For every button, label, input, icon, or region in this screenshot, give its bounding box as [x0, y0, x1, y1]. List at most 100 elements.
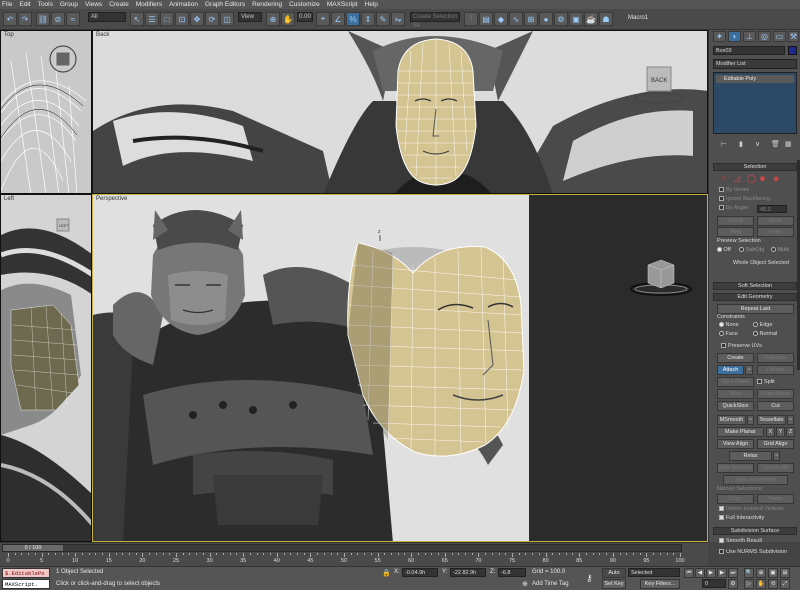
viewport-label-back[interactable]: Back	[96, 32, 109, 38]
mirror-icon[interactable]: ⇋	[391, 12, 405, 26]
curve-editor-icon[interactable]: ∿	[509, 12, 523, 26]
menu-item-tools[interactable]: Tools	[38, 1, 53, 8]
motion-tab-icon[interactable]: ◎	[758, 31, 771, 42]
vertex-subobject-icon[interactable]: ⁖	[721, 174, 726, 183]
timeline-ruler[interactable]: 0 5 10 15 20 25 30 35 40 45 50 55 60 65 70 75 80 85 90 95 10…	[0, 553, 708, 567]
full-interactivity-checkbox[interactable]: Full Interactivity	[719, 515, 764, 521]
snaps-toggle-icon[interactable]: ⌖	[316, 12, 330, 26]
planar-y-button[interactable]: Y	[776, 427, 785, 437]
relax-settings-button[interactable]: ▫	[773, 451, 780, 461]
menu-item-file[interactable]: File	[2, 1, 12, 8]
goto-start-icon[interactable]: ⏮	[684, 568, 694, 578]
current-frame-field[interactable]: 0	[702, 579, 726, 588]
display-tab-icon[interactable]: ▭	[773, 31, 786, 42]
material-editor-icon[interactable]: ●	[539, 12, 553, 26]
render-setup-icon[interactable]: ⚙	[554, 12, 568, 26]
split-checkbox[interactable]: Split	[757, 379, 775, 385]
constraint-face-radio[interactable]: Face	[719, 331, 738, 337]
menu-item-modifiers[interactable]: Modifiers	[136, 1, 162, 8]
menu-item-views[interactable]: Views	[85, 1, 102, 8]
align-icon[interactable]: ⫶	[464, 12, 478, 26]
edit-named-selection-icon[interactable]: ✎	[376, 12, 390, 26]
pivot-center-icon[interactable]: ⊕	[266, 12, 280, 26]
rollout-edit-geometry[interactable]: Edit Geometry	[713, 293, 797, 301]
modify-tab-icon[interactable]: ◗	[728, 31, 741, 42]
graphite-tools-icon[interactable]: ◆	[494, 12, 508, 26]
key-icon[interactable]: ⚷	[586, 573, 593, 584]
rect-selection-icon[interactable]: □	[160, 12, 174, 26]
viewport-label-left[interactable]: Left	[4, 196, 14, 202]
move-icon[interactable]: ✥	[190, 12, 204, 26]
object-name-field[interactable]: Box03	[713, 46, 785, 55]
planar-x-button[interactable]: X	[766, 427, 775, 437]
by-angle-checkbox[interactable]: By Angle:	[719, 205, 749, 211]
angle-snap-icon[interactable]: ∠	[331, 12, 345, 26]
maxscript-mini-listener[interactable]: MAXScript.	[2, 579, 50, 589]
render-production-icon[interactable]: ☕	[584, 12, 598, 26]
selection-set-dropdown[interactable]: Selected	[628, 568, 680, 577]
slice-button[interactable]: Slice	[717, 389, 754, 399]
time-slider-track[interactable]: 0 / 100	[2, 544, 682, 552]
select-manipulate-icon[interactable]: ✋	[281, 12, 295, 26]
rollout-selection[interactable]: Selection	[713, 163, 797, 171]
selection-filter-dropdown[interactable]: All	[88, 12, 126, 22]
top-viewport[interactable]: Top	[0, 30, 92, 194]
border-subobject-icon[interactable]: ◯	[747, 174, 756, 183]
menu-item-edit[interactable]: Edit	[19, 1, 30, 8]
edge-subobject-icon[interactable]: ◿	[734, 174, 740, 183]
spinner-snap-icon[interactable]: ⇕	[361, 12, 375, 26]
bind-space-warp-icon[interactable]: ≈	[66, 12, 80, 26]
left-viewport[interactable]: Left LEFT	[0, 194, 92, 542]
menu-item-customize[interactable]: Customize	[289, 1, 320, 8]
redo-icon[interactable]: ↷	[18, 12, 32, 26]
select-object-icon[interactable]: ↖	[130, 12, 144, 26]
y-coord-field[interactable]: -22.82.9h	[450, 568, 486, 577]
menu-item-rendering[interactable]: Rendering	[252, 1, 282, 8]
stack-item-editable-poly[interactable]: Editable Poly	[716, 75, 794, 83]
field-of-view-icon[interactable]: ▷	[744, 579, 754, 589]
layer-manager-icon[interactable]: ▤	[479, 12, 493, 26]
zoom-extents-all-icon[interactable]: ⊞	[780, 568, 790, 578]
constraint-edge-radio[interactable]: Edge	[753, 322, 772, 328]
lock-selection-icon[interactable]: 🔒	[382, 569, 391, 577]
x-coord-field[interactable]: -0.04.9h	[402, 568, 438, 577]
repeat-last-button[interactable]: Repeat Last	[717, 304, 794, 314]
attach-list-button[interactable]: ▫	[745, 365, 753, 375]
rotate-icon[interactable]: ⟳	[205, 12, 219, 26]
attach-button[interactable]: Attach	[717, 365, 744, 375]
hide-selected-button[interactable]: Hide Selected	[717, 463, 754, 473]
undo-icon[interactable]: ↶	[3, 12, 17, 26]
render-icon[interactable]: ☗	[599, 12, 613, 26]
preview-off-radio[interactable]: Off	[717, 247, 731, 253]
preserve-uvs-checkbox[interactable]: Preserve UVs	[721, 343, 762, 349]
paste-button[interactable]: Paste	[757, 494, 794, 504]
select-by-name-icon[interactable]: ☰	[145, 12, 159, 26]
z-coord-field[interactable]: -6.8	[498, 568, 526, 577]
play-icon[interactable]: ▶	[706, 568, 716, 578]
copy-button[interactable]: Copy	[717, 494, 754, 504]
hierarchy-tab-icon[interactable]: ⊥	[743, 31, 756, 42]
make-planar-button[interactable]: Make Planar	[717, 427, 764, 437]
slice-plane-button[interactable]: Slice Plane	[717, 377, 754, 387]
smooth-result-checkbox[interactable]: Smooth Result	[719, 538, 762, 544]
time-slider-thumb[interactable]: 0 / 100	[3, 545, 63, 551]
quickslice-button[interactable]: QuickSlice	[717, 401, 754, 411]
menu-item-help[interactable]: Help	[365, 1, 378, 8]
spinner-snap-field[interactable]: 0.00	[297, 12, 313, 22]
schematic-view-icon[interactable]: ⊞	[524, 12, 538, 26]
back-viewport[interactable]: Back BACK	[92, 30, 708, 194]
key-filters-button[interactable]: Key Filters...	[640, 579, 680, 589]
scale-icon[interactable]: ◫	[220, 12, 234, 26]
menu-item-graph-editors[interactable]: Graph Editors	[205, 1, 245, 8]
grid-align-button[interactable]: Grid Align	[757, 439, 794, 449]
perspective-viewport[interactable]: Perspective z x	[92, 194, 708, 542]
tessellate-settings-button[interactable]: ▫	[787, 415, 794, 425]
percent-snap-icon[interactable]: %	[346, 12, 360, 26]
rendered-frame-icon[interactable]: ▣	[569, 12, 583, 26]
create-tab-icon[interactable]: ✦	[713, 31, 726, 42]
msmooth-button[interactable]: MSmooth	[717, 415, 746, 425]
polygon-subobject-icon[interactable]: ■	[760, 174, 765, 183]
goto-end-icon[interactable]: ⏭	[728, 568, 738, 578]
maximize-viewport-icon[interactable]: ⤢	[780, 579, 790, 589]
angle-spinner[interactable]: 45.0	[757, 205, 787, 213]
